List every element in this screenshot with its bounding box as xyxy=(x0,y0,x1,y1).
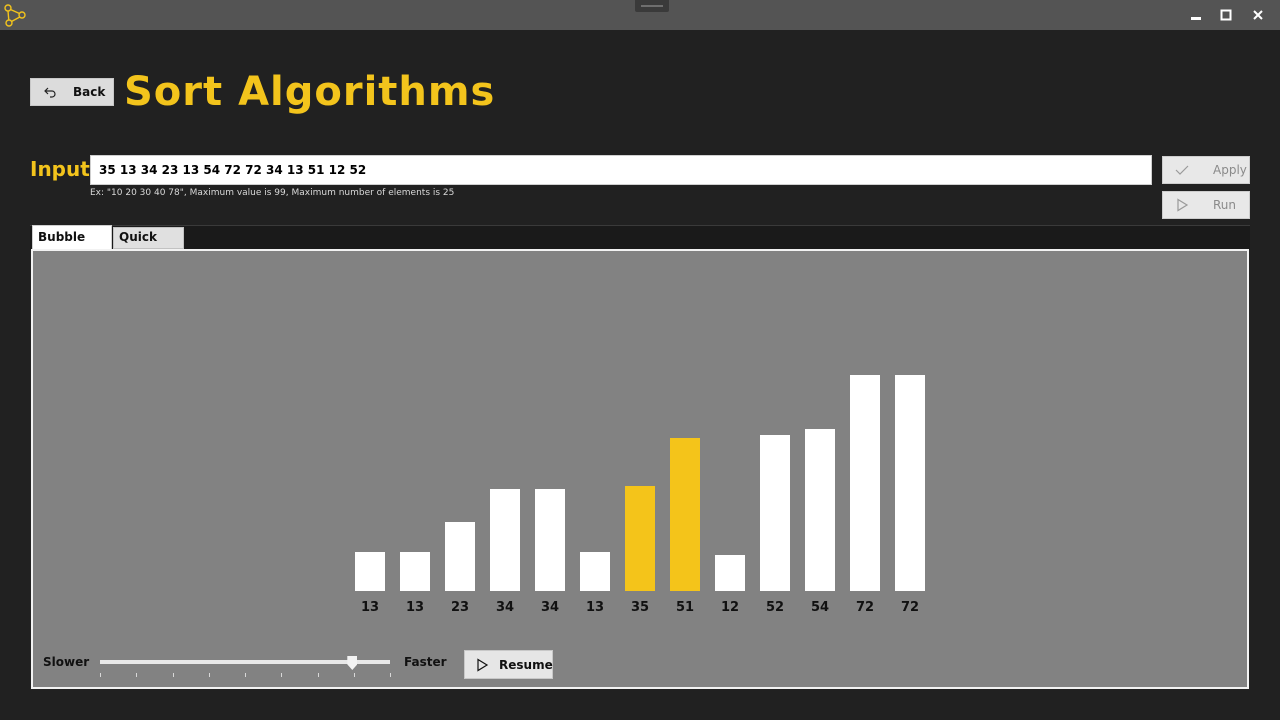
bar-label-3: 34 xyxy=(496,600,514,615)
bar-label-6: 35 xyxy=(631,600,649,615)
bar-10 xyxy=(805,429,835,591)
slider-tick xyxy=(245,673,246,677)
bar-label-9: 52 xyxy=(766,600,784,615)
slider-tick xyxy=(172,673,174,677)
play-icon xyxy=(1175,198,1189,212)
checkmark-icon xyxy=(1175,163,1189,177)
resume-label: Resume xyxy=(499,657,553,672)
slider-tick xyxy=(100,673,101,677)
tab-bubble-sort[interactable]: Bubble Sort xyxy=(32,225,112,266)
apply-label: Apply xyxy=(1213,163,1247,177)
title-bar xyxy=(0,0,1280,30)
bar-label-4: 34 xyxy=(541,600,559,615)
faster-label: Faster xyxy=(404,655,447,669)
slider-tick xyxy=(317,673,319,677)
slider-tick xyxy=(136,673,138,677)
bar-5 xyxy=(580,552,610,591)
maximize-icon xyxy=(1220,9,1232,21)
resume-button[interactable]: Resume xyxy=(464,650,553,679)
run-label: Run xyxy=(1213,198,1237,212)
bar-4 xyxy=(535,489,565,591)
back-label: Back xyxy=(73,85,106,99)
run-button[interactable]: Run xyxy=(1162,191,1250,219)
bar-0 xyxy=(355,552,385,591)
molecule-icon xyxy=(4,4,26,27)
input-field[interactable] xyxy=(90,155,1152,185)
bar-label-7: 51 xyxy=(676,600,694,615)
bar-7 xyxy=(670,438,700,591)
slider-track xyxy=(100,660,390,664)
bar-11 xyxy=(850,375,880,591)
minimize-button[interactable] xyxy=(1184,4,1208,26)
bar-9 xyxy=(760,435,790,591)
slider-tick xyxy=(353,673,355,677)
undo-arrow-icon xyxy=(43,85,57,99)
bar-8 xyxy=(715,555,745,591)
play-icon xyxy=(475,657,489,672)
maximize-button[interactable] xyxy=(1214,4,1238,26)
drag-handle[interactable] xyxy=(635,0,669,12)
bar-label-2: 23 xyxy=(451,600,469,615)
apply-button[interactable]: Apply xyxy=(1162,156,1250,184)
back-button[interactable]: Back xyxy=(30,78,114,106)
bar-3 xyxy=(490,489,520,591)
tab-strip xyxy=(30,225,1250,250)
slower-label: Slower xyxy=(43,655,90,669)
slider-tick xyxy=(390,673,391,677)
input-hint: Ex: "10 20 30 40 78", Maximum value is 9… xyxy=(90,188,455,198)
bar-label-1: 13 xyxy=(406,600,424,615)
minimize-icon xyxy=(1191,17,1201,20)
bar-label-10: 54 xyxy=(811,600,829,615)
bar-label-0: 13 xyxy=(361,600,379,615)
visualization-panel: 13 13 23 34 34 13 35 51 12 52 54 72 72 Slower Faster… xyxy=(31,249,1249,689)
slider-tick xyxy=(281,673,283,677)
speed-slider[interactable] xyxy=(100,656,392,682)
bar-12 xyxy=(895,375,925,591)
slider-thumb[interactable] xyxy=(347,656,358,670)
page-title: Sort Algorithms xyxy=(124,69,496,115)
tab-quick-sort[interactable]: Quick Sort xyxy=(113,227,184,263)
bar-2 xyxy=(445,522,475,591)
bar-label-5: 13 xyxy=(586,600,604,615)
bar-label-12: 72 xyxy=(901,600,919,615)
bar-1 xyxy=(400,552,430,591)
slider-tick xyxy=(208,673,210,677)
input-label: Input xyxy=(30,157,90,181)
close-icon xyxy=(1253,10,1263,20)
sort-bar-chart: 13 13 23 34 34 13 35 51 12 52 54 72 72 xyxy=(355,375,925,615)
bar-6 xyxy=(625,486,655,591)
bar-label-11: 72 xyxy=(856,600,874,615)
bar-label-8: 12 xyxy=(721,600,739,615)
close-button[interactable] xyxy=(1246,4,1270,26)
